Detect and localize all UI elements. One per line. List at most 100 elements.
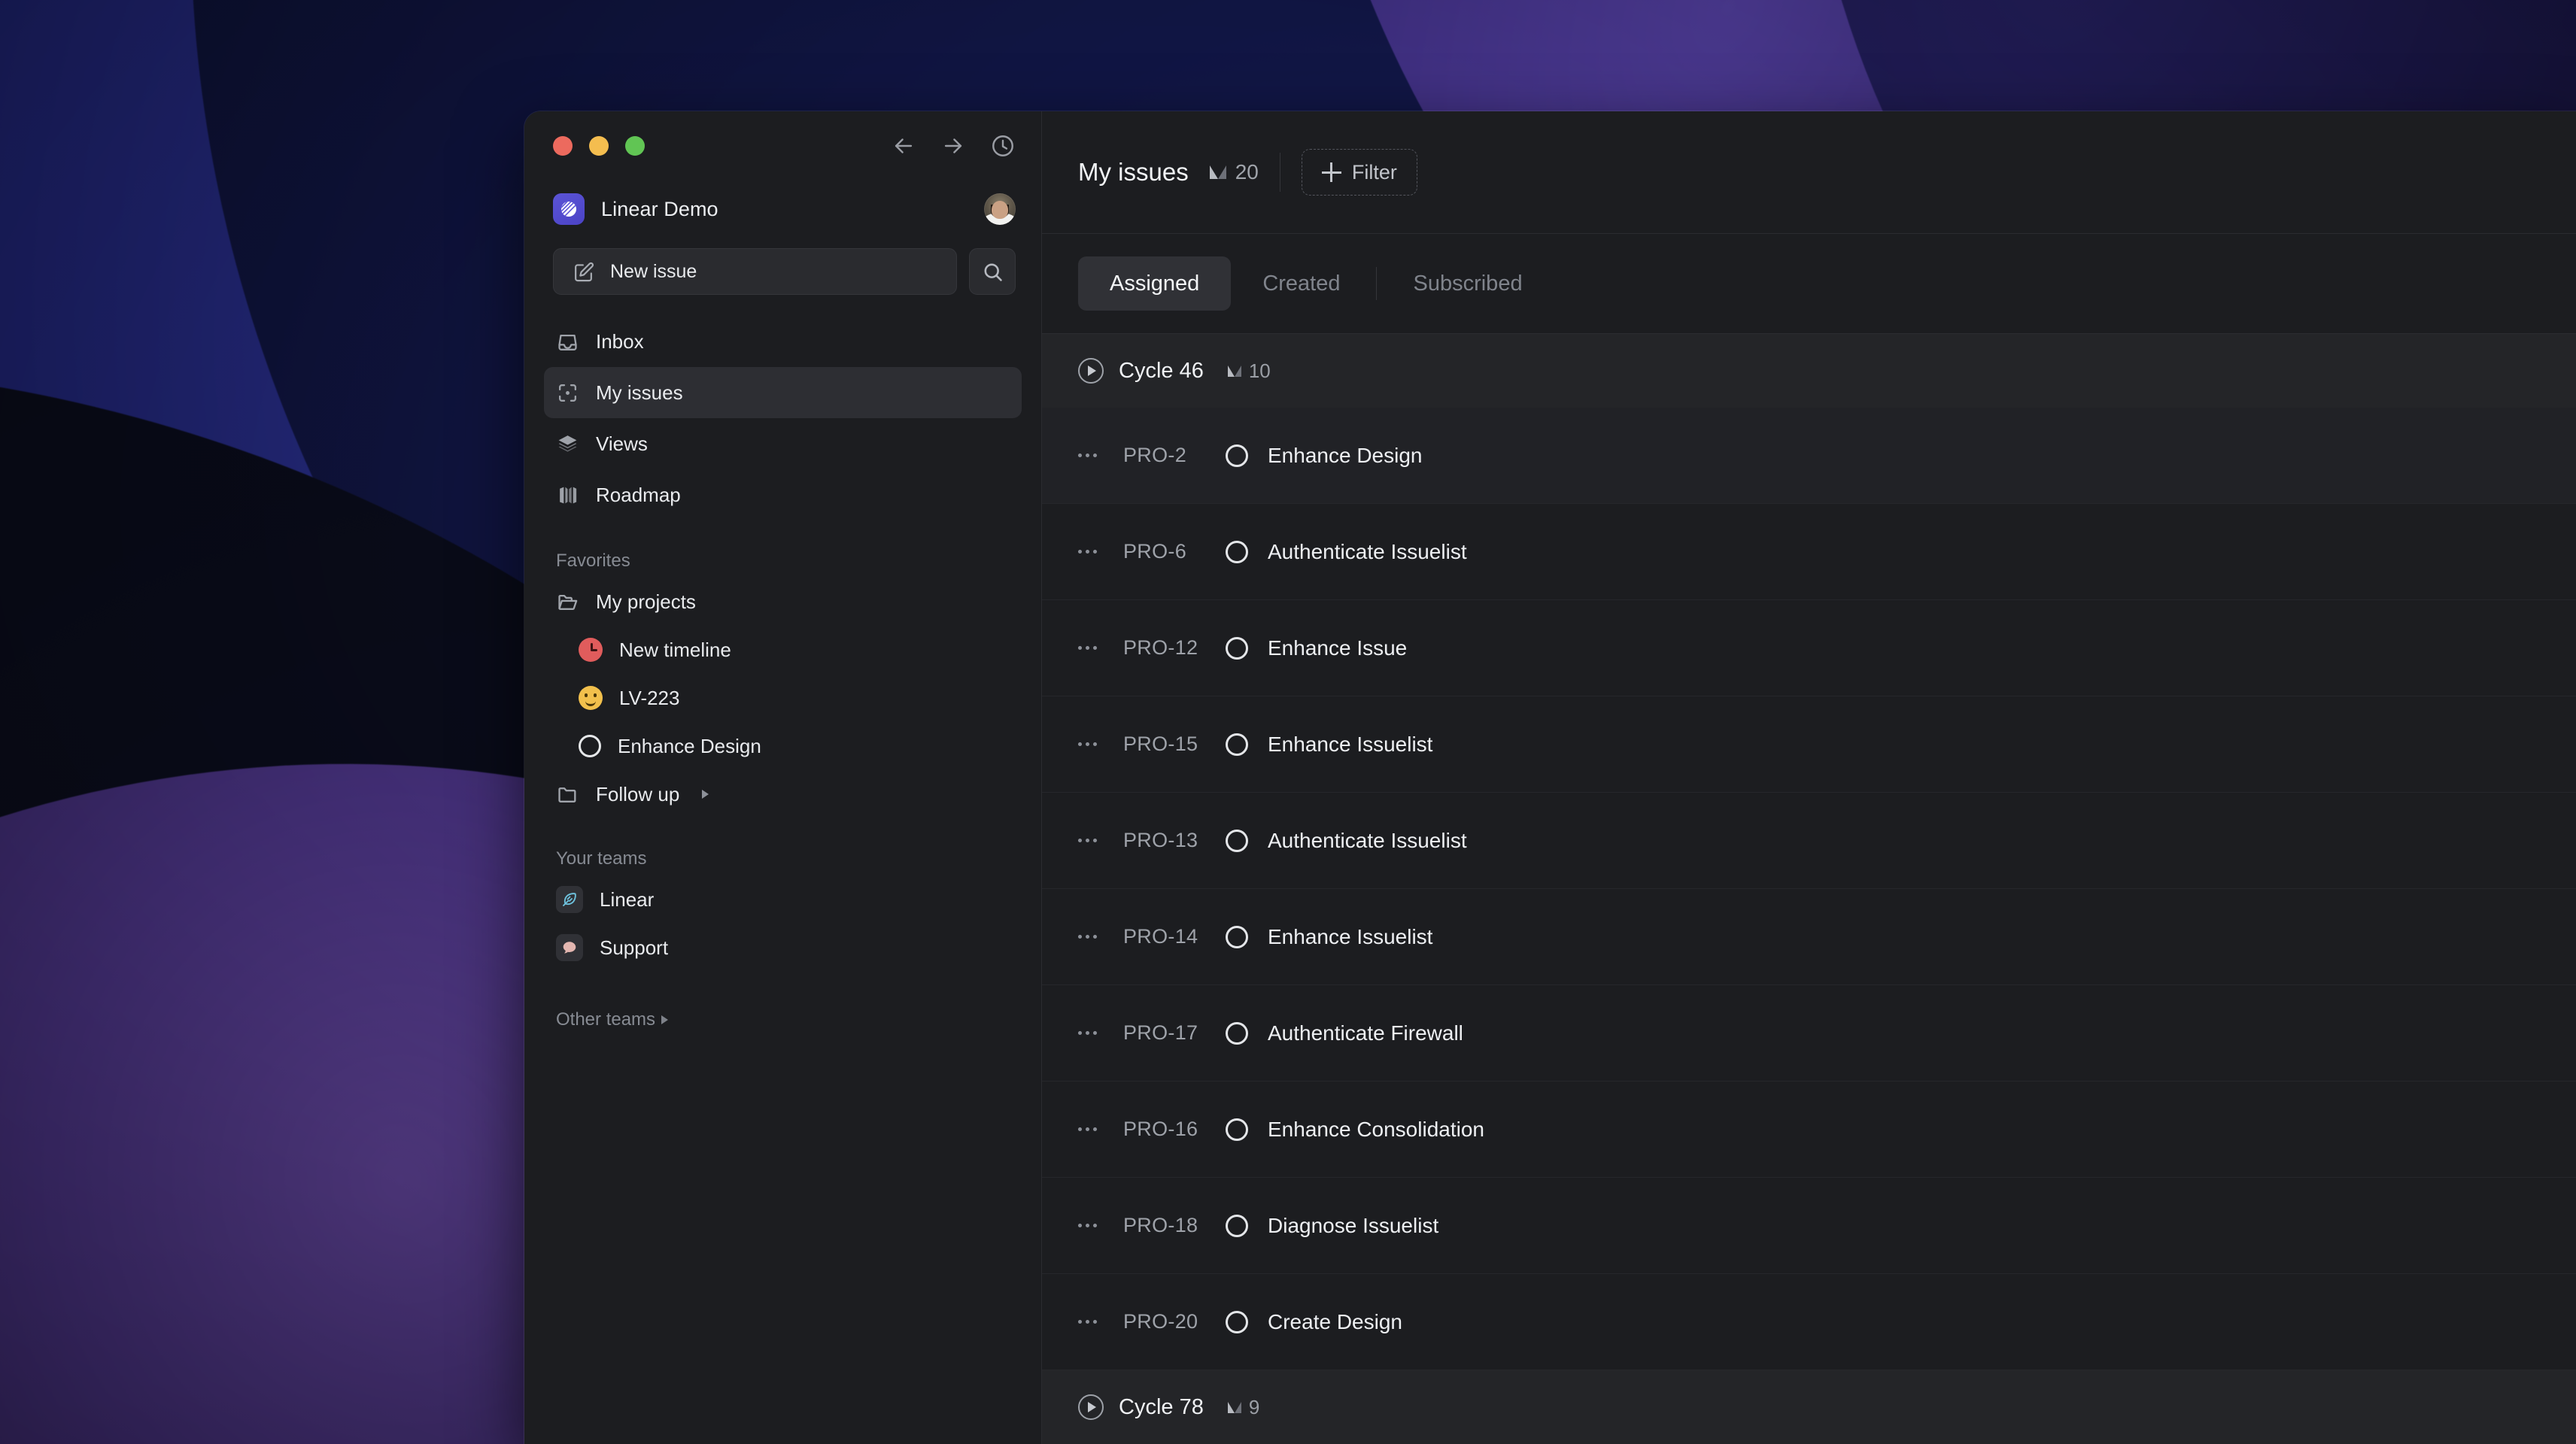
favorite-follow-up[interactable]: Follow up — [544, 770, 1022, 818]
group-count-value: 10 — [1248, 359, 1271, 382]
issue-backlog-icon[interactable] — [1226, 444, 1248, 467]
issue-backlog-icon[interactable] — [1226, 1118, 1248, 1141]
sidebar-item-views[interactable]: Views — [544, 418, 1022, 469]
table-row[interactable]: PRO-13 Authenticate Issuelist — [1042, 793, 2576, 889]
favorite-label: Follow up — [596, 782, 680, 805]
issue-backlog-icon[interactable] — [1226, 1021, 1248, 1045]
main-content: My issues 20 Filter Assigned Created Sub… — [1042, 111, 2576, 1444]
tab-subscribed[interactable]: Subscribed — [1381, 256, 1554, 311]
estimate-triangle-icon — [1227, 365, 1241, 377]
issue-backlog-icon[interactable] — [1226, 829, 1248, 852]
issue-title: Enhance Issuelist — [1268, 924, 1433, 948]
primary-nav: Inbox My issues Views Roadmap — [524, 308, 1041, 520]
favorite-new-timeline[interactable]: New timeline — [544, 626, 1022, 674]
folder-open-icon — [556, 590, 579, 614]
smiley-emoji-icon — [579, 686, 603, 710]
add-filter-button[interactable]: Filter — [1301, 149, 1417, 196]
chevron-right-icon[interactable] — [661, 1015, 669, 1024]
ellipsis-icon[interactable] — [1078, 454, 1117, 457]
issue-identifier: PRO-16 — [1123, 1118, 1198, 1140]
favorite-my-projects[interactable]: My projects — [544, 578, 1022, 626]
issue-title: Authenticate Firewall — [1268, 1021, 1463, 1045]
team-label: Linear — [600, 887, 655, 911]
ellipsis-icon[interactable] — [1078, 646, 1117, 650]
tab-created[interactable]: Created — [1231, 256, 1372, 311]
tab-assigned[interactable]: Assigned — [1078, 256, 1232, 311]
table-row[interactable]: PRO-2 Enhance Design — [1042, 408, 2576, 504]
group-count-value: 9 — [1248, 1395, 1260, 1418]
close-button[interactable] — [553, 136, 573, 156]
favorite-enhance-design[interactable]: Enhance Design — [544, 722, 1022, 770]
tab-label: Subscribed — [1413, 271, 1523, 296]
issue-title: Enhance Issue — [1268, 636, 1408, 660]
cycle-play-icon — [1078, 358, 1104, 384]
workspace-switcher[interactable]: Linear Demo — [524, 180, 1041, 238]
issue-identifier: PRO-14 — [1123, 925, 1198, 948]
ellipsis-icon[interactable] — [1078, 1031, 1117, 1035]
traffic-light-buttons — [553, 136, 645, 156]
ellipsis-icon[interactable] — [1078, 742, 1117, 746]
estimate-triangle-icon — [1227, 1401, 1241, 1413]
other-teams-label: Other teams — [556, 1009, 656, 1030]
ellipsis-icon[interactable] — [1078, 935, 1117, 939]
sidebar-item-inbox[interactable]: Inbox — [544, 316, 1022, 367]
ellipsis-icon[interactable] — [1078, 1127, 1117, 1131]
ellipsis-icon[interactable] — [1078, 550, 1117, 554]
favorites-list: My projects New timeline LV-223 Enhance … — [524, 578, 1041, 818]
issue-backlog-icon[interactable] — [1226, 1214, 1248, 1237]
other-teams-row[interactable]: Other teams — [524, 972, 1041, 1036]
chevron-right-icon[interactable] — [702, 790, 709, 799]
team-item-linear[interactable]: Linear — [544, 875, 1022, 924]
plus-icon — [1321, 162, 1341, 182]
ellipsis-icon[interactable] — [1078, 1320, 1117, 1324]
pencil-square-icon — [572, 260, 595, 284]
favorite-label: Enhance Design — [618, 734, 761, 757]
search-button[interactable] — [969, 248, 1016, 295]
table-row[interactable]: PRO-16 Enhance Consolidation — [1042, 1081, 2576, 1178]
inbox-icon — [556, 330, 579, 353]
table-row[interactable]: PRO-14 Enhance Issuelist — [1042, 889, 2576, 985]
team-item-support[interactable]: Support — [544, 924, 1022, 972]
folder-icon — [556, 783, 579, 806]
table-row[interactable]: PRO-12 Enhance Issue — [1042, 600, 2576, 696]
main-header: My issues 20 Filter — [1042, 111, 2576, 234]
roadmap-icon — [556, 484, 579, 507]
back-icon[interactable] — [891, 133, 916, 159]
tab-divider — [1376, 267, 1378, 300]
issue-title: Authenticate Issuelist — [1268, 539, 1467, 563]
forward-icon[interactable] — [940, 133, 966, 159]
sidebar-item-label: My issues — [596, 381, 683, 404]
avatar[interactable] — [984, 193, 1016, 225]
sidebar-item-my-issues[interactable]: My issues — [544, 367, 1022, 418]
favorite-label: My projects — [596, 590, 696, 613]
sidebar: Linear Demo New issue Inbox My issues Vi… — [524, 111, 1042, 1444]
favorite-label: LV-223 — [619, 686, 680, 709]
issue-title: Create Design — [1268, 1309, 1402, 1333]
issue-backlog-icon[interactable] — [1226, 733, 1248, 756]
ellipsis-icon[interactable] — [1078, 1224, 1117, 1227]
issue-backlog-icon[interactable] — [1226, 925, 1248, 948]
group-header-cycle-78[interactable]: Cycle 78 9 — [1042, 1370, 2576, 1444]
table-row[interactable]: PRO-6 Authenticate Issuelist — [1042, 504, 2576, 600]
zoom-button[interactable] — [625, 136, 645, 156]
table-row[interactable]: PRO-17 Authenticate Firewall — [1042, 985, 2576, 1081]
issue-backlog-icon[interactable] — [1226, 540, 1248, 563]
new-issue-button[interactable]: New issue — [553, 248, 957, 295]
group-header-cycle-46[interactable]: Cycle 46 10 — [1042, 334, 2576, 408]
table-row[interactable]: PRO-20 Create Design — [1042, 1274, 2576, 1370]
issue-list: Cycle 46 10 PRO-2 Enhance Design PRO-6 A… — [1042, 334, 2576, 1444]
issue-backlog-icon[interactable] — [1226, 1310, 1248, 1333]
issue-identifier: PRO-2 — [1123, 444, 1187, 466]
clock-icon[interactable] — [990, 133, 1016, 159]
issue-title: Enhance Issuelist — [1268, 732, 1433, 756]
table-row[interactable]: PRO-15 Enhance Issuelist — [1042, 696, 2576, 793]
issue-backlog-icon[interactable] — [1226, 636, 1248, 660]
search-icon — [981, 260, 1004, 284]
table-row[interactable]: PRO-18 Diagnose Issuelist — [1042, 1178, 2576, 1274]
ellipsis-icon[interactable] — [1078, 839, 1117, 842]
sidebar-item-roadmap[interactable]: Roadmap — [544, 469, 1022, 520]
favorite-lv-223[interactable]: LV-223 — [544, 674, 1022, 722]
filter-label: Filter — [1351, 160, 1397, 184]
clock-red-emoji-icon — [579, 638, 603, 662]
minimize-button[interactable] — [589, 136, 609, 156]
